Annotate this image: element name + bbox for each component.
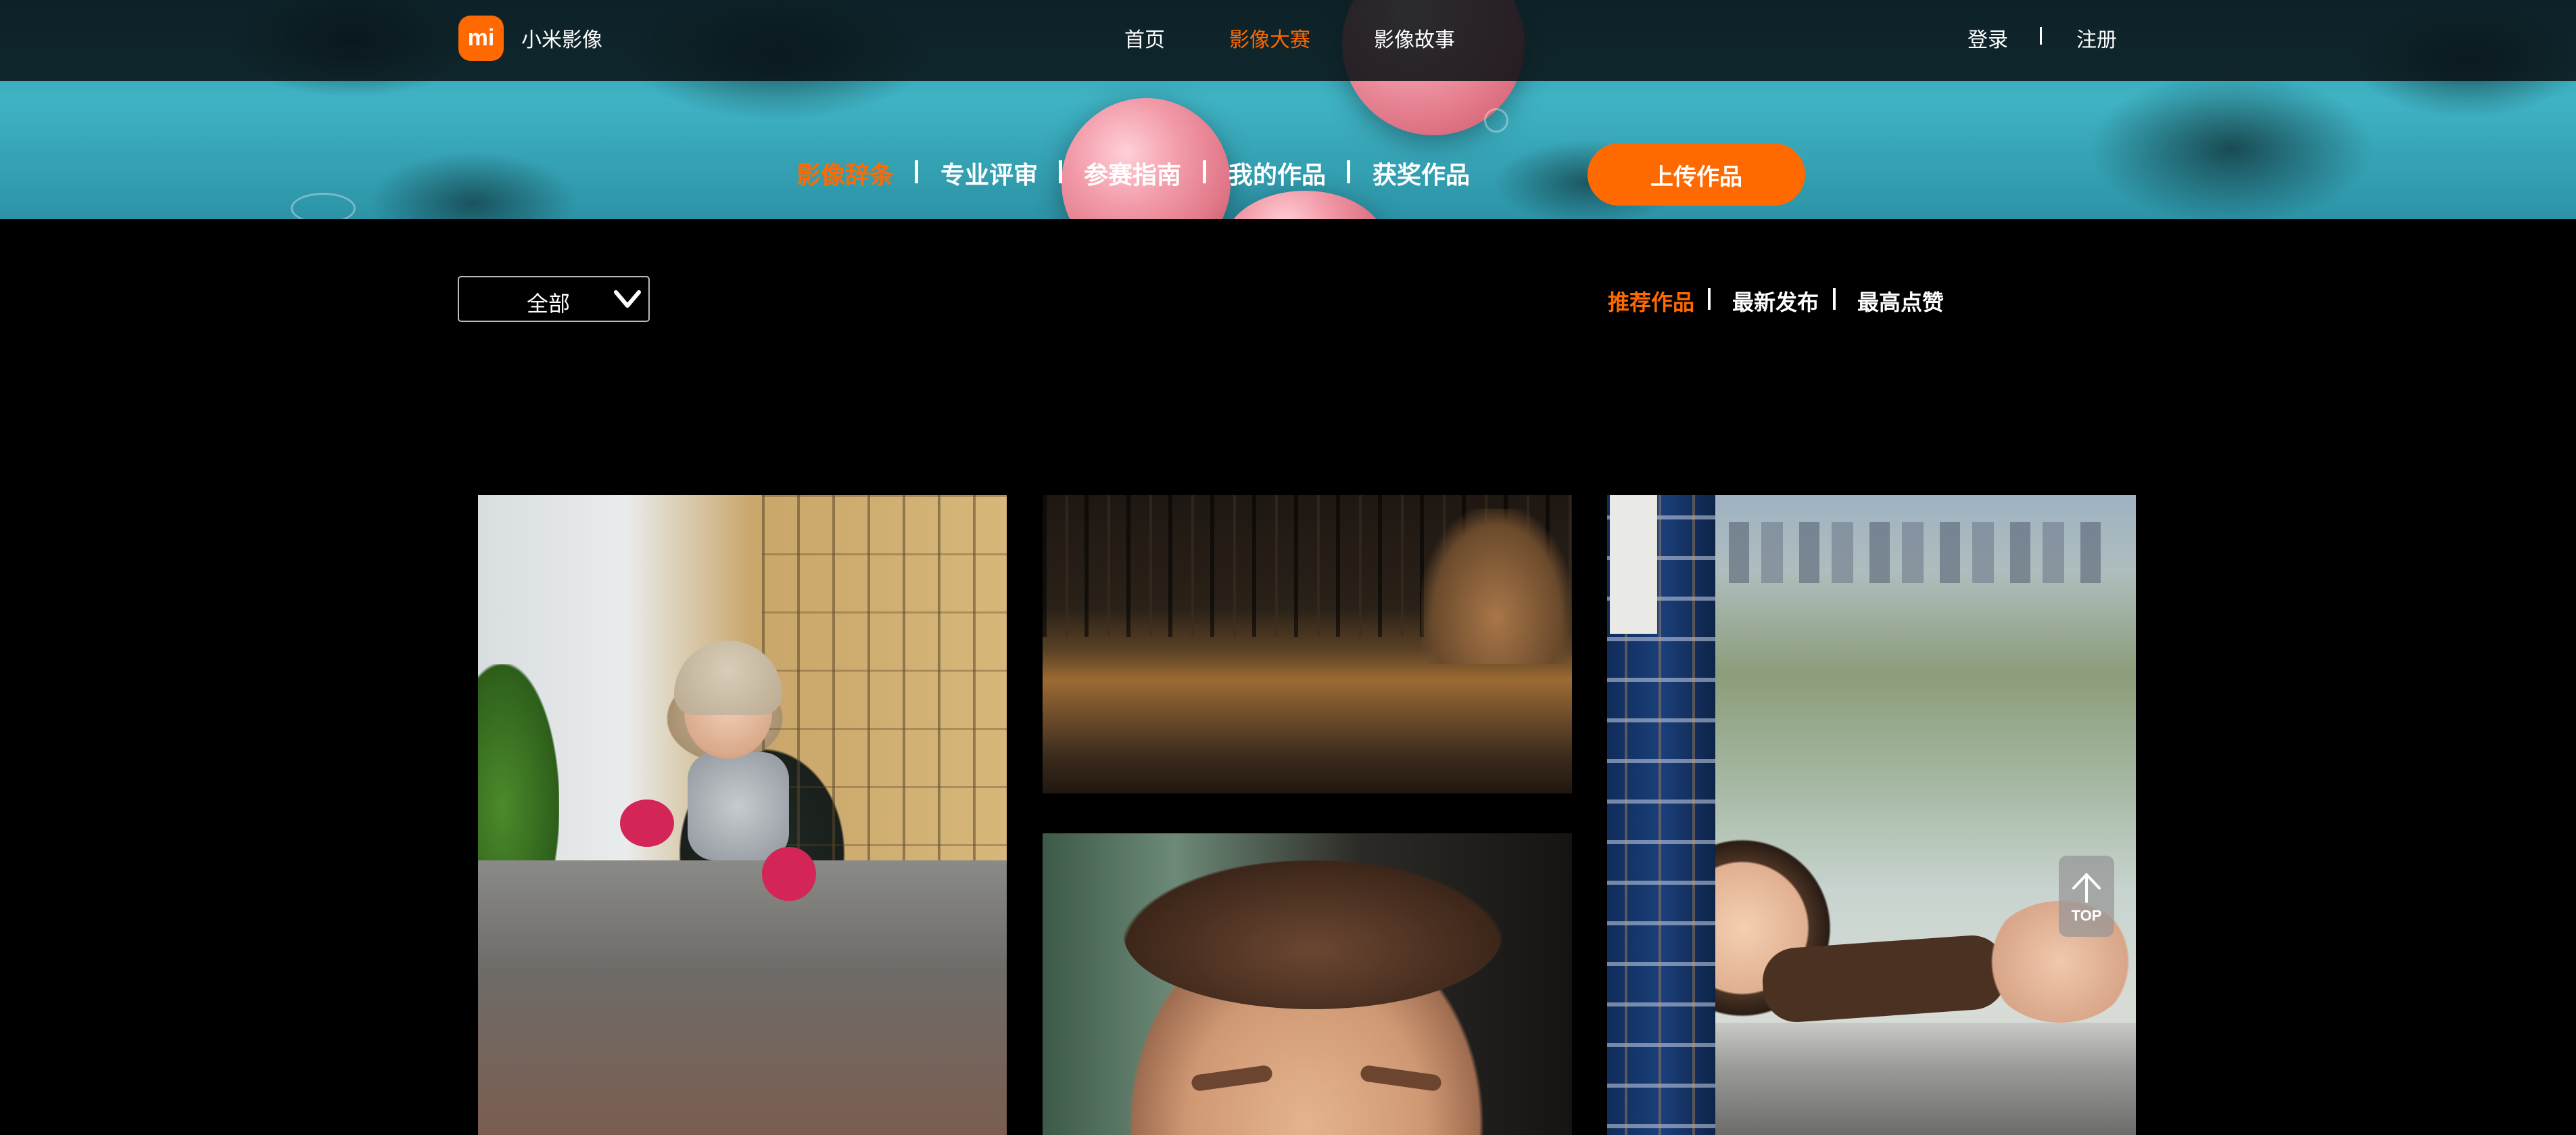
water-drop-decoration	[1484, 108, 1508, 133]
tab-award-works[interactable]: 获奖作品	[1373, 156, 1470, 191]
photo-detail	[1729, 522, 2107, 583]
nav-photo-stories[interactable]: 影像故事	[1374, 23, 1455, 53]
photo-detail	[762, 847, 816, 901]
login-link[interactable]: 登录	[1967, 23, 2008, 53]
sort-recommended[interactable]: 推荐作品	[1608, 285, 1694, 317]
photo-detail	[1702, 1023, 2136, 1135]
subnav-divider	[1059, 160, 1062, 183]
nav-photo-contest[interactable]: 影像大赛	[1229, 23, 1310, 53]
photo-detail	[620, 800, 674, 847]
sort-divider	[1708, 288, 1711, 310]
brand-name[interactable]: 小米影像	[521, 23, 602, 53]
sort-most-liked[interactable]: 最高点赞	[1857, 285, 1944, 317]
tab-contest-guide[interactable]: 参赛指南	[1084, 156, 1181, 191]
mi-logo-icon[interactable]: mi	[458, 16, 504, 61]
subnav-divider	[1347, 160, 1350, 183]
sort-divider	[1833, 288, 1836, 310]
subnav-divider	[915, 160, 918, 183]
tab-professional-review[interactable]: 专业评审	[940, 156, 1038, 191]
photo-detail	[1124, 860, 1502, 1009]
photo-detail	[1190, 1064, 1274, 1092]
photo-card-child-in-hat[interactable]	[478, 495, 1007, 1135]
arrow-up-icon	[2072, 873, 2101, 903]
sort-latest[interactable]: 最新发布	[1732, 285, 1819, 317]
back-to-top-button[interactable]: TOP	[2059, 856, 2114, 937]
pink-ball-decoration	[1224, 191, 1386, 219]
photo-card-field-trees[interactable]	[1043, 495, 1572, 793]
tab-photo-entries[interactable]: 影像辞条	[796, 156, 894, 191]
photo-detail	[1421, 509, 1572, 664]
water-ripple-decoration	[291, 193, 356, 219]
photo-detail	[1359, 1064, 1443, 1092]
chevron-down-icon	[614, 290, 641, 308]
photo-card-baby-face[interactable]	[1043, 833, 1572, 1135]
photo-detail	[762, 495, 1007, 860]
tab-my-works[interactable]: 我的作品	[1229, 156, 1326, 191]
upload-work-button[interactable]: 上传作品	[1588, 143, 1805, 206]
category-select-value: 全部	[527, 291, 571, 317]
photo-card-girl-train-window[interactable]	[1607, 495, 2136, 1135]
back-to-top-label: TOP	[2071, 907, 2102, 924]
hero-banner: mi 小米影像 首页 影像大赛 影像故事 登录 注册 影像辞条 专业评审 参赛指…	[0, 0, 2576, 219]
photo-detail	[688, 752, 789, 860]
photo-detail	[1610, 495, 1657, 634]
auth-divider	[2040, 27, 2042, 45]
top-navigation-bar: mi 小米影像 首页 影像大赛 影像故事 登录 注册	[0, 0, 2576, 81]
register-link[interactable]: 注册	[2076, 23, 2117, 53]
photo-detail	[478, 860, 1007, 1135]
photo-detail	[1760, 933, 2009, 1025]
nav-home[interactable]: 首页	[1124, 23, 1165, 53]
subnav-divider	[1203, 160, 1206, 183]
category-select[interactable]: 全部	[458, 276, 650, 322]
